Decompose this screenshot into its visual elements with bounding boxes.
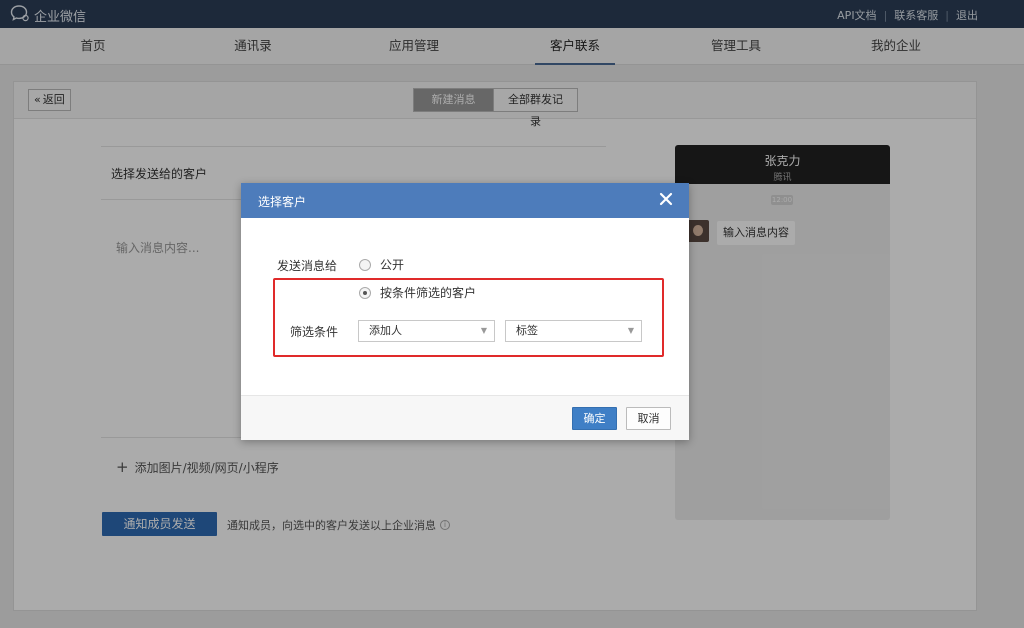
tag-select-value: 标签 [516, 324, 538, 337]
dialog-footer: 确定 取消 [241, 395, 689, 440]
adder-select-value: 添加人 [369, 324, 402, 337]
radio-checked-icon [359, 286, 371, 299]
select-customer-dialog: 选择客户 发送消息给 公开 按条件筛选的客户 筛选条件 添加人 ▼ 标签 ▼ 确… [241, 183, 689, 440]
send-to-label: 发送消息给 [277, 259, 338, 273]
filter-label: 筛选条件 [290, 325, 339, 339]
tag-select[interactable]: 标签 ▼ [505, 320, 642, 342]
radio-unchecked-icon [359, 258, 371, 271]
radio-public[interactable]: 公开 [359, 256, 404, 273]
radio-filter[interactable]: 按条件筛选的客户 [359, 284, 476, 301]
adder-select[interactable]: 添加人 ▼ [358, 320, 495, 342]
confirm-button[interactable]: 确定 [572, 407, 617, 430]
cancel-button[interactable]: 取消 [626, 407, 671, 430]
radio-filter-label: 按条件筛选的客户 [380, 286, 477, 300]
dialog-header: 选择客户 [241, 183, 689, 218]
dropdown-arrow-icon: ▼ [480, 326, 487, 335]
close-icon[interactable] [657, 190, 675, 208]
radio-public-label: 公开 [380, 258, 405, 272]
dialog-title: 选择客户 [258, 195, 307, 209]
dropdown-arrow-icon: ▼ [627, 326, 634, 335]
